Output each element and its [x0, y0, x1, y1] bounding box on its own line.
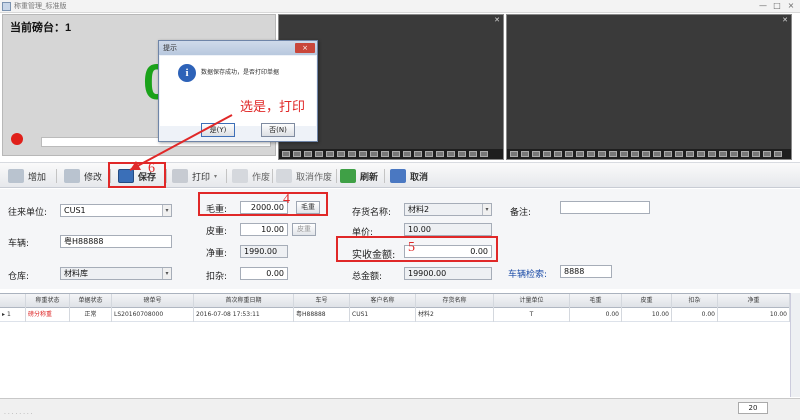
- annotation-arrow: [129, 114, 233, 171]
- arrow-line: [129, 114, 233, 171]
